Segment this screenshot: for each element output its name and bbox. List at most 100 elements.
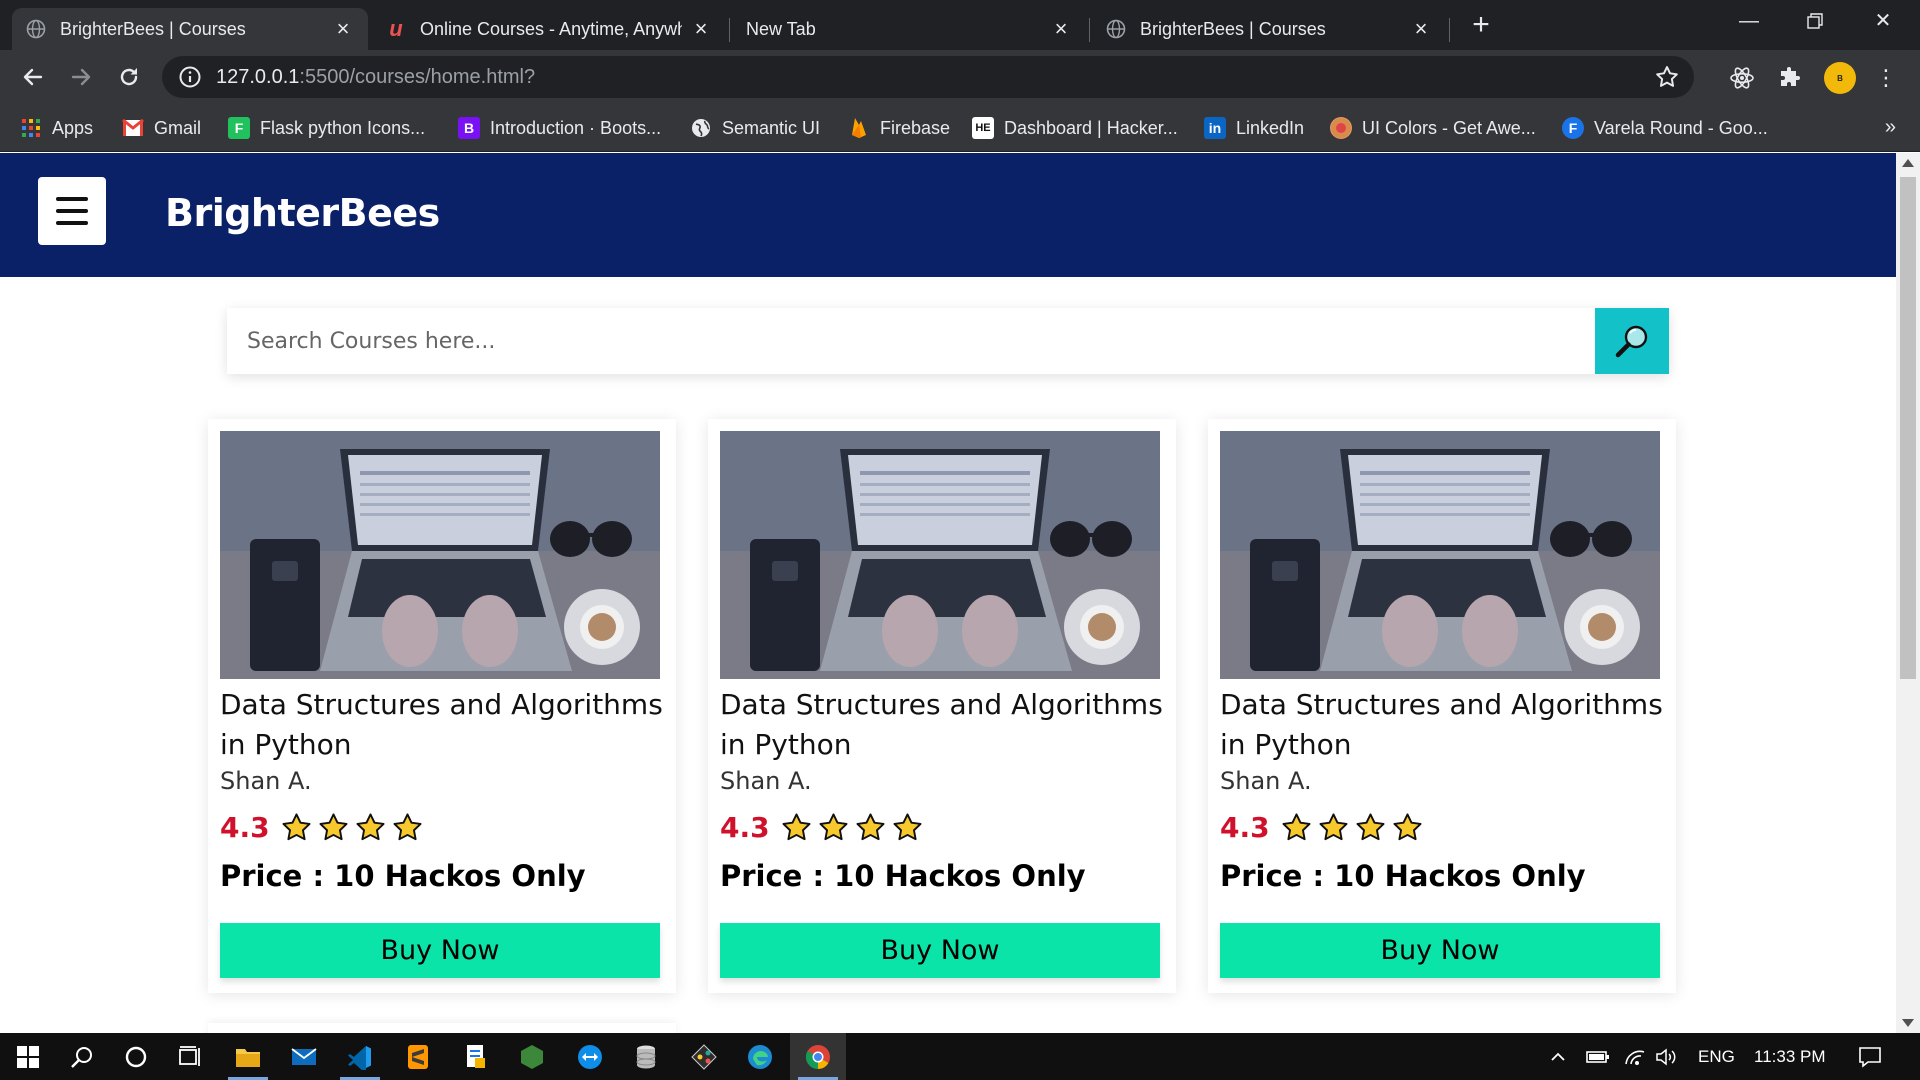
buy-now-button[interactable]: Buy Now: [220, 923, 660, 978]
site-header: BrighterBees: [0, 153, 1896, 277]
clock-time[interactable]: 11:33 PM: [1754, 1033, 1826, 1080]
search-input[interactable]: [227, 308, 1595, 374]
browser-toolbar: 127.0.0.1:5500/courses/home.html? B ⋮: [0, 50, 1920, 104]
bookmark-google-fonts[interactable]: F Varela Round - Goo...: [1562, 114, 1768, 142]
back-arrow-icon[interactable]: [18, 62, 48, 92]
bookmark-gmail[interactable]: Gmail: [122, 114, 201, 142]
browser-tab-new-tab[interactable]: New Tab ×: [732, 8, 1086, 50]
course-price: Price : 10 Hackos Only: [1220, 859, 1586, 893]
page-viewport: BrighterBees Search Courses here... Data…: [0, 153, 1896, 1033]
bookmark-bootstrap[interactable]: B Introduction · Boots...: [458, 114, 661, 142]
browser-tab-brighterbees[interactable]: BrighterBees | Courses ×: [12, 8, 368, 50]
bookmark-firebase[interactable]: Firebase: [848, 114, 950, 142]
battery-icon[interactable]: [1586, 1033, 1610, 1080]
star-icon: [282, 813, 311, 841]
minimize-icon[interactable]: —: [1724, 6, 1774, 36]
course-thumbnail[interactable]: [220, 431, 660, 679]
cortana-icon[interactable]: [108, 1033, 164, 1080]
star-icon: [819, 813, 848, 841]
firebase-icon: [848, 117, 870, 139]
teamviewer-icon[interactable]: [562, 1033, 618, 1080]
chrome-browser-icon[interactable]: [790, 1033, 846, 1080]
bookmark-flask[interactable]: F Flask python Icons...: [228, 114, 425, 142]
close-icon[interactable]: ×: [1410, 16, 1432, 42]
scrollbar-thumb[interactable]: [1900, 177, 1916, 679]
bookmark-label: Gmail: [154, 117, 202, 138]
restore-window-icon[interactable]: [1790, 6, 1840, 36]
next-row-card-edge: [208, 1023, 676, 1033]
bookmark-label: UI Colors - Get Awe...: [1362, 117, 1536, 138]
language-indicator[interactable]: ENG: [1698, 1033, 1735, 1080]
hamburger-menu-button[interactable]: [38, 177, 106, 245]
page-scrollbar[interactable]: [1896, 153, 1920, 1033]
brand-logo-text[interactable]: BrighterBees: [165, 191, 440, 235]
file-explorer-icon[interactable]: [220, 1033, 276, 1080]
close-icon[interactable]: ×: [1050, 16, 1072, 42]
star-icon: [856, 813, 885, 841]
new-tab-plus-icon[interactable]: +: [1466, 10, 1496, 40]
document-app-icon[interactable]: [448, 1033, 504, 1080]
browser-tab-brighterbees-2[interactable]: BrighterBees | Courses ×: [1092, 8, 1446, 50]
mail-icon[interactable]: [276, 1033, 332, 1080]
bookmark-ui-colors[interactable]: UI Colors - Get Awe...: [1330, 114, 1536, 142]
reload-icon[interactable]: [114, 62, 144, 92]
buy-now-button[interactable]: Buy Now: [720, 923, 1160, 978]
edge-browser-icon[interactable]: [732, 1033, 788, 1080]
bookmark-semantic-ui[interactable]: Semantic UI: [690, 114, 820, 142]
star-icon: [893, 813, 922, 841]
scroll-down-arrow-icon[interactable]: [1902, 1019, 1914, 1027]
close-icon[interactable]: ×: [690, 16, 712, 42]
course-title[interactable]: Data Structures and Algorithms in Python: [1220, 685, 1664, 765]
course-rating: 4.3: [720, 811, 924, 844]
site-info-icon[interactable]: [178, 65, 202, 89]
more-vertical-icon[interactable]: ⋮: [1872, 64, 1900, 92]
tab-title: BrighterBees | Courses: [1140, 18, 1326, 39]
database-icon[interactable]: [618, 1033, 674, 1080]
course-author: Shan A.: [220, 767, 312, 795]
windows-start-icon[interactable]: [0, 1033, 56, 1080]
bookmark-star-icon[interactable]: [1654, 64, 1680, 90]
extensions-puzzle-icon[interactable]: [1776, 64, 1804, 92]
tab-separator: [1089, 18, 1090, 42]
task-view-icon[interactable]: [162, 1033, 218, 1080]
buy-now-button[interactable]: Buy Now: [1220, 923, 1660, 978]
address-bar[interactable]: 127.0.0.1:5500/courses/home.html?: [162, 56, 1694, 98]
nodejs-icon[interactable]: [504, 1033, 560, 1080]
bookmark-hackerearth[interactable]: HE Dashboard | Hacker...: [972, 114, 1178, 142]
bookmark-apps[interactable]: Apps: [20, 114, 93, 142]
search-button[interactable]: [1595, 308, 1669, 374]
star-icon: [1282, 813, 1311, 841]
bootstrap-icon: B: [458, 117, 480, 139]
sublime-text-icon[interactable]: [390, 1033, 446, 1080]
bookmarks-overflow-button[interactable]: »: [1885, 116, 1896, 139]
course-title[interactable]: Data Structures and Algorithms in Python: [220, 685, 664, 765]
laptop-on-desk-image: [1220, 431, 1660, 679]
bookmark-label: Semantic UI: [722, 117, 821, 138]
browser-tab-udemy[interactable]: u Online Courses - Anytime, Anywh ×: [372, 8, 726, 50]
google-fonts-icon: F: [1562, 117, 1584, 139]
profile-avatar[interactable]: B: [1824, 62, 1856, 94]
rating-value: 4.3: [1220, 811, 1270, 844]
laptop-on-desk-image: [220, 431, 660, 679]
bookmark-linkedin[interactable]: in LinkedIn: [1204, 114, 1304, 142]
forward-arrow-icon[interactable]: [66, 62, 96, 92]
react-devtools-icon[interactable]: [1728, 64, 1756, 92]
close-icon[interactable]: ×: [332, 16, 354, 42]
url-path: :5500/courses/home.html?: [299, 65, 536, 88]
scroll-up-arrow-icon[interactable]: [1902, 159, 1914, 167]
notifications-icon[interactable]: [1858, 1033, 1882, 1080]
close-window-icon[interactable]: ✕: [1858, 6, 1908, 36]
linkedin-icon: in: [1204, 117, 1226, 139]
course-title[interactable]: Data Structures and Algorithms in Python: [720, 685, 1164, 765]
search-icon[interactable]: [54, 1033, 110, 1080]
course-thumbnail[interactable]: [1220, 431, 1660, 679]
git-kraken-icon[interactable]: [676, 1033, 732, 1080]
volume-icon[interactable]: [1656, 1033, 1678, 1080]
vscode-icon[interactable]: [332, 1033, 388, 1080]
wifi-icon[interactable]: [1624, 1033, 1646, 1080]
show-hidden-icons-chevron-icon[interactable]: [1550, 1033, 1566, 1080]
course-thumbnail[interactable]: [720, 431, 1160, 679]
search-icon: [1615, 325, 1648, 358]
tab-title: New Tab: [746, 18, 816, 39]
rating-value: 4.3: [220, 811, 270, 844]
